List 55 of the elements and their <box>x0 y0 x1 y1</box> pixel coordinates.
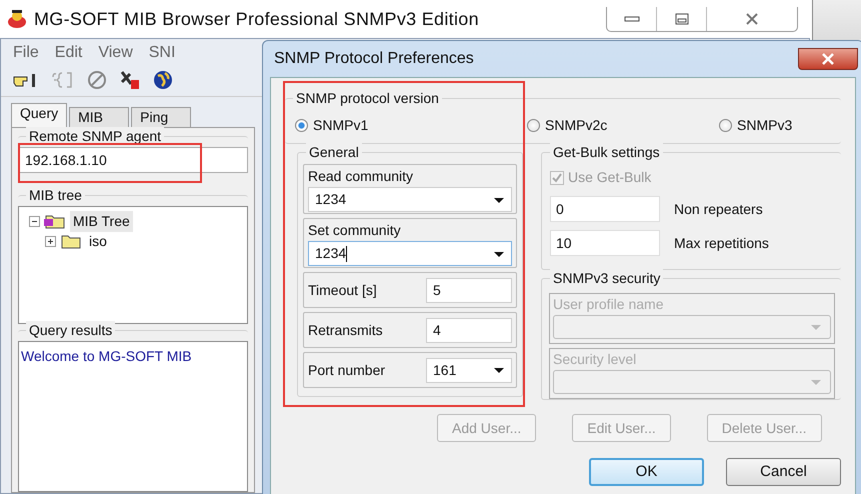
field-label: Retransmits <box>308 320 384 340</box>
tab[interactable]: Ping <box>131 107 192 127</box>
tab[interactable]: Query <box>11 103 68 127</box>
field-label: Max repetitions <box>674 234 769 253</box>
tab[interactable]: MIB <box>69 107 130 127</box>
menu-item[interactable]: SNI <box>148 41 176 61</box>
group-label: SNMPv3 security <box>550 269 664 287</box>
number-field[interactable]: 0 <box>550 196 660 222</box>
field-label: Security level <box>553 350 638 369</box>
expand-icon[interactable] <box>45 236 56 246</box>
checkbox: Use Get-Bulk <box>550 167 833 188</box>
close-icon <box>821 53 835 65</box>
dropdown-caret-icon <box>493 250 505 258</box>
community-combo[interactable]: 1234 <box>308 187 512 212</box>
minimize-icon <box>624 14 640 22</box>
port-combo[interactable]: 161 <box>426 358 512 382</box>
stop-icon[interactable] <box>87 70 107 90</box>
collapse-icon[interactable] <box>29 216 40 226</box>
close-icon <box>745 12 759 24</box>
restore-icon <box>674 12 688 24</box>
background-window <box>812 0 861 40</box>
dropdown-caret-icon <box>493 366 505 374</box>
menu-item[interactable]: View <box>98 41 133 61</box>
dropdown-caret-icon <box>810 323 822 331</box>
menu-item[interactable]: Edit <box>54 41 82 61</box>
dialog-button[interactable]: Cancel <box>726 458 841 486</box>
tree-item[interactable]: iso <box>86 230 110 252</box>
radio-option[interactable]: SNMPv1 <box>295 115 527 136</box>
window-title: MG-SOFT MIB Browser Professional SNMPv3 Edition <box>34 8 479 30</box>
group-label: Query results <box>26 321 116 339</box>
agent-address-field[interactable]: 192.168.1.10 <box>18 147 248 173</box>
dropdown-caret-icon <box>493 196 505 204</box>
number-field[interactable]: 10 <box>550 230 660 256</box>
group-label: Get-Bulk settings <box>550 143 663 161</box>
tree-item[interactable]: MIB Tree <box>70 210 133 232</box>
checkmark-icon <box>552 172 562 182</box>
field-label: Read community <box>308 167 414 186</box>
radio-option[interactable]: SNMPv3 <box>719 115 819 136</box>
radio-option[interactable]: SNMPv2c <box>527 115 719 136</box>
globe-icon[interactable] <box>153 70 173 90</box>
app-icon <box>6 9 28 29</box>
close-button[interactable] <box>798 48 858 70</box>
dialog-button[interactable]: OK <box>589 458 704 486</box>
field-label: Set community <box>308 221 402 240</box>
field-label: Non repeaters <box>674 200 763 219</box>
community-combo[interactable]: 1234 <box>308 241 512 266</box>
dropdown-caret-icon <box>810 378 822 386</box>
field-label: Timeout [s] <box>308 280 378 300</box>
field-label: Port number <box>308 360 386 380</box>
field-label: User profile name <box>553 295 664 314</box>
results-text: Welcome to MG-SOFT MIB <box>21 348 192 364</box>
menu-item[interactable]: File <box>13 41 39 61</box>
dialog-title: SNMP Protocol Preferences <box>274 49 474 69</box>
number-field[interactable]: 5 <box>426 278 512 302</box>
number-field[interactable]: 4 <box>426 318 512 342</box>
